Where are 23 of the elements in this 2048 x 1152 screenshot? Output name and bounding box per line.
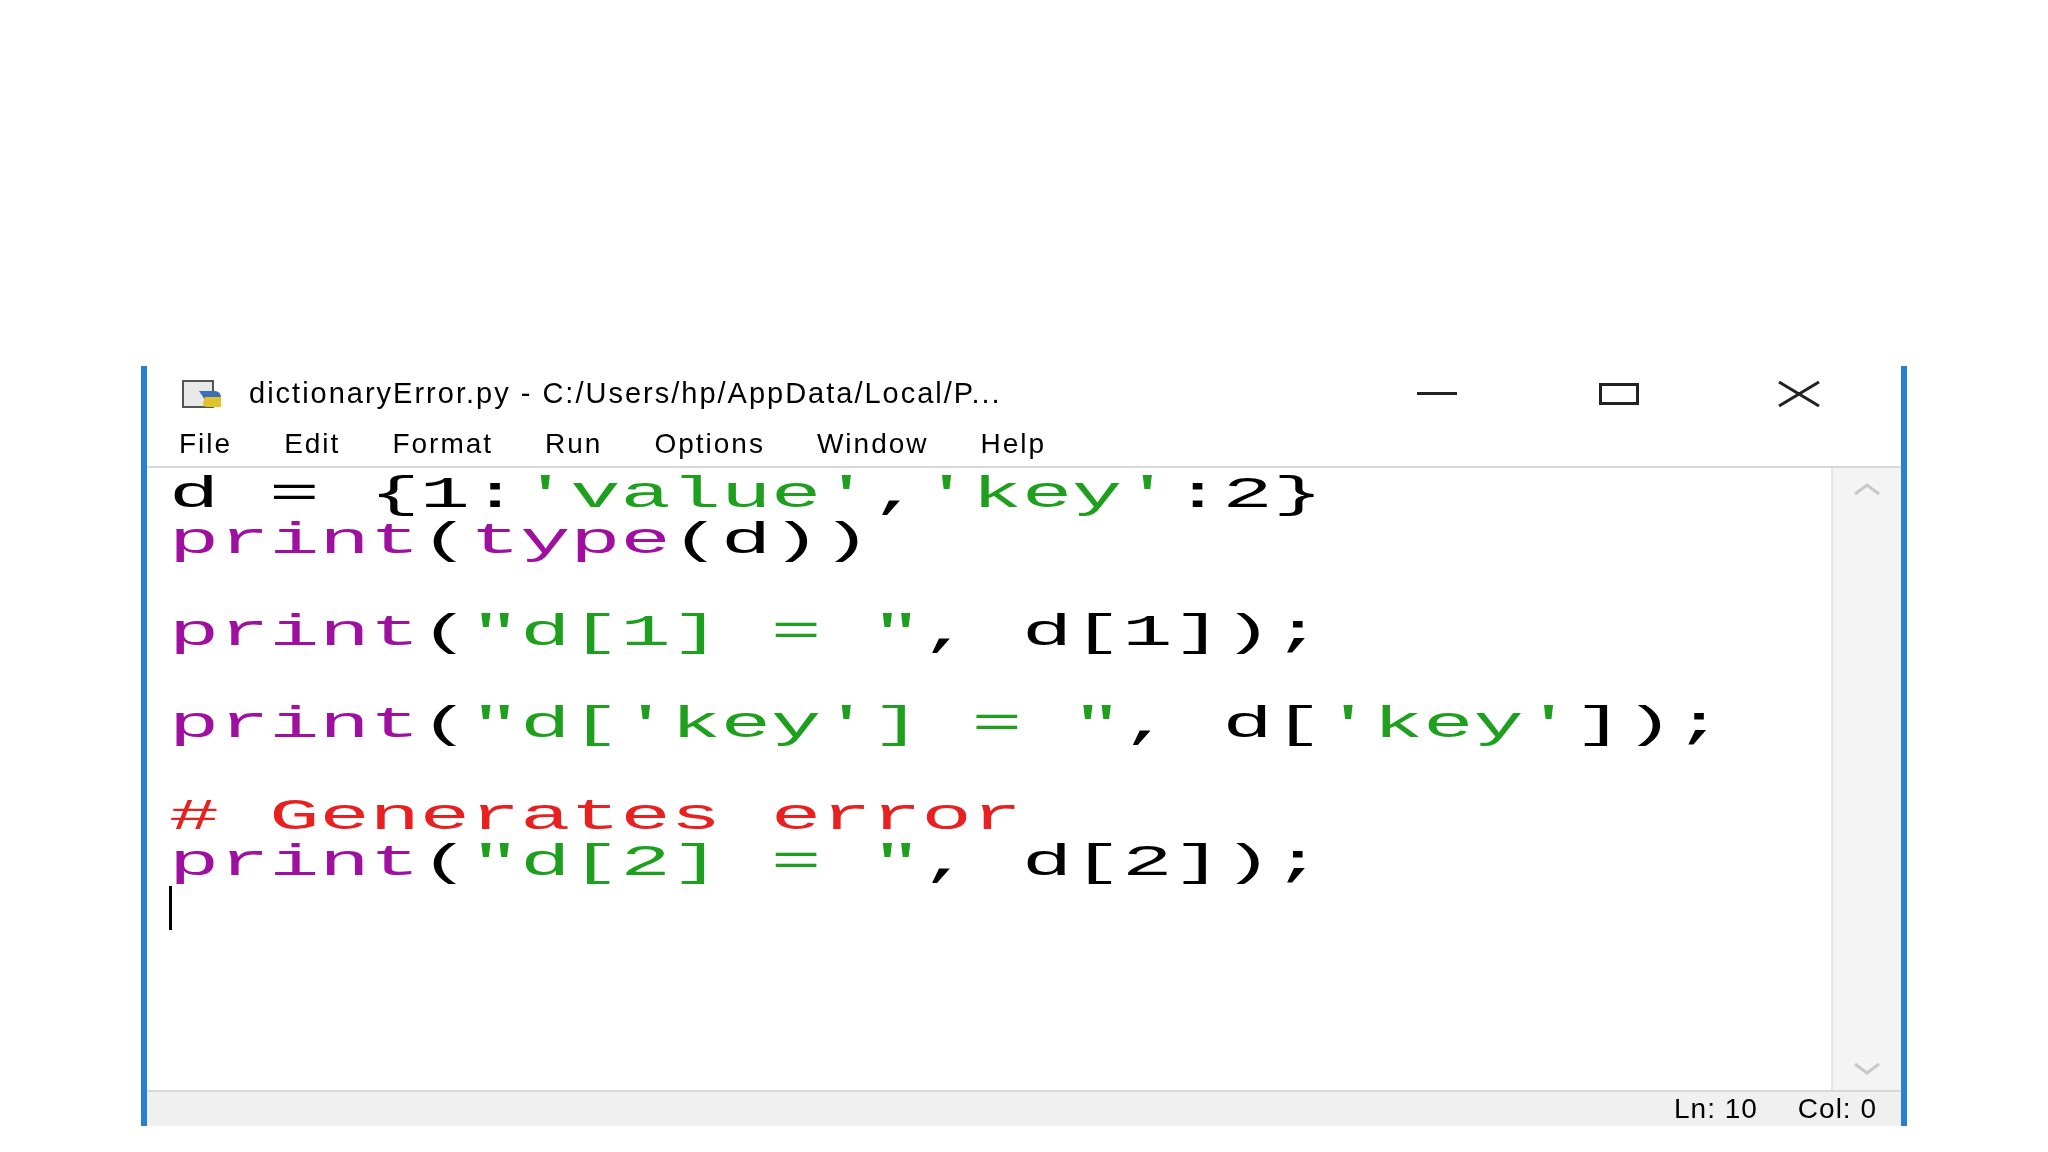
vertical-scrollbar[interactable]: [1831, 468, 1901, 1090]
scroll-up-icon[interactable]: [1853, 482, 1881, 496]
text-cursor: [169, 886, 172, 930]
maximize-icon: [1599, 383, 1639, 405]
line-number: Ln: 10: [1674, 1092, 1758, 1126]
menu-item[interactable]: Help: [980, 430, 1047, 458]
code-line: print("d['key'] = ", d['key']);: [169, 702, 1725, 748]
menu-item[interactable]: Edit: [284, 430, 341, 458]
code-line: print("d[1] = ", d[1]);: [169, 610, 1323, 656]
menu-item[interactable]: Run: [545, 430, 603, 458]
window-title: dictionaryError.py - C:/Users/hp/AppData/Local/P...: [249, 376, 1002, 412]
menu-item[interactable]: Window: [816, 430, 929, 458]
menu-item[interactable]: Options: [654, 430, 765, 458]
column-number: Col: 0: [1797, 1092, 1877, 1126]
menu-item[interactable]: Format: [392, 430, 494, 458]
scroll-down-icon[interactable]: [1853, 1062, 1881, 1076]
close-icon: [1777, 381, 1821, 407]
code-line: print(type(d)): [169, 518, 872, 564]
menu-item[interactable]: File: [179, 430, 233, 458]
minimize-icon: [1417, 392, 1457, 396]
code-line: print("d[2] = ", d[2]);: [169, 840, 1323, 886]
code-line: # Generates error: [169, 794, 1022, 840]
code-line: d = {1:'value','key':2}: [169, 472, 1323, 518]
